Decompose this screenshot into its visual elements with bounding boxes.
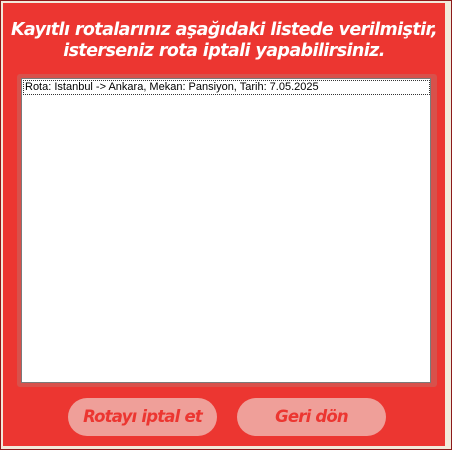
heading-line-1: Kayıtlı rotalarınız aşağıdaki listede ve… xyxy=(10,20,438,40)
main-panel: Kayıtlı rotalarınız aşağıdaki listede ve… xyxy=(3,3,447,446)
go-back-button[interactable]: Geri dön xyxy=(237,398,386,436)
route-list-item[interactable]: Rota: Istanbul -> Ankara, Mekan: Pansiyo… xyxy=(23,80,430,95)
page-heading: Kayıtlı rotalarınız aşağıdaki listede ve… xyxy=(3,20,445,62)
routes-listbox[interactable]: Rota: Istanbul -> Ankara, Mekan: Pansiyo… xyxy=(21,78,431,383)
heading-line-2: isterseniz rota iptali yapabilirsiniz. xyxy=(63,41,385,61)
app-window: Kayıtlı rotalarınız aşağıdaki listede ve… xyxy=(0,0,452,450)
cancel-route-button[interactable]: Rotayı iptal et xyxy=(68,398,217,436)
routes-list-frame: Rota: Istanbul -> Ankara, Mekan: Pansiyo… xyxy=(17,74,437,387)
